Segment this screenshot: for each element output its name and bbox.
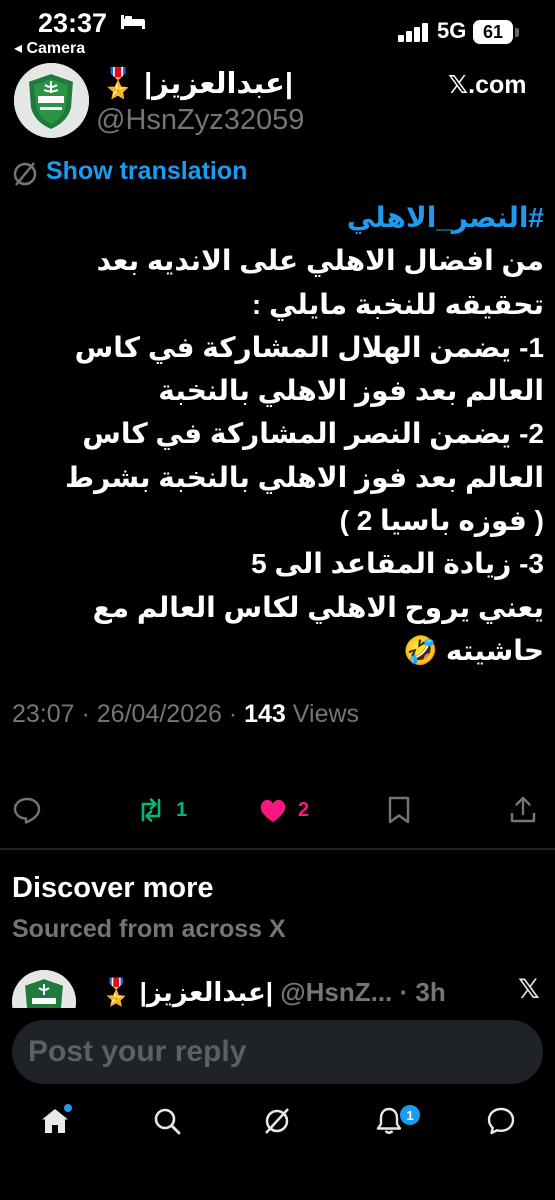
post-line: حاشيته 🤣 <box>403 634 544 666</box>
search-icon <box>154 1108 181 1135</box>
nav-search[interactable] <box>152 1106 186 1142</box>
post-meta: 23:07 · 26/04/2026 · 143 Views <box>12 700 360 728</box>
repost-icon <box>141 798 161 822</box>
post-line: العالم بعد فوز الاهلي بالنخبة <box>158 375 544 407</box>
nav-messages[interactable] <box>486 1106 520 1142</box>
share-icon <box>510 796 536 823</box>
recommended-time: 3h <box>415 977 446 1007</box>
notification-badge: 1 <box>398 1103 422 1127</box>
translate-icon <box>13 162 37 186</box>
views-label: Views <box>292 700 360 728</box>
chat-icon <box>487 1107 515 1135</box>
battery-icon: 61 <box>473 20 513 44</box>
shield-logo-icon <box>14 63 89 138</box>
show-translation-link[interactable]: Show translation <box>46 157 247 186</box>
author-handle[interactable]: @HsnZyz32059 <box>96 104 304 137</box>
views-count: 143 <box>244 700 286 728</box>
status-time: 23:37 <box>38 8 108 38</box>
discover-subtitle: Sourced from across X <box>12 915 286 943</box>
reply-icon <box>13 797 41 824</box>
recommended-handle: @HsnZ... <box>280 977 393 1007</box>
like-button[interactable]: 2 <box>258 790 309 830</box>
hashtag-link[interactable]: #النصر_الاهلي <box>36 196 544 239</box>
grok-icon <box>265 1108 289 1134</box>
signal-icon <box>398 23 428 42</box>
post-text: #النصر_الاهلي من افضال الاهلي على الاندي… <box>36 196 544 672</box>
like-count: 2 <box>298 798 310 821</box>
post-line: تحقيقه للنخبة مايلي : <box>251 288 544 320</box>
post-date[interactable]: 26/04/2026 <box>97 700 222 728</box>
post-line: من افضال الاهلي على الانديه بعد <box>96 245 544 277</box>
author-avatar[interactable] <box>14 63 89 138</box>
nav-grok[interactable] <box>262 1106 296 1142</box>
recommended-author[interactable]: 🎖️ |عبدالعزيز| @HsnZ... · 3h <box>100 977 446 1008</box>
battery-tip <box>515 28 519 37</box>
bookmark-icon <box>388 796 410 824</box>
post-line: يعني يروح الاهلي لكاس العالم مع <box>92 591 544 623</box>
sleep-focus-icon <box>121 15 145 29</box>
discover-title: Discover more <box>12 872 214 904</box>
post-line: 2- يضمن النصر المشاركة في كاس <box>82 418 544 450</box>
network-type: 5G <box>437 18 467 43</box>
recommended-display-name: 🎖️ |عبدالعزيز| <box>100 977 274 1007</box>
post-line: 3- زيادة المقاعد الى 5 <box>251 548 544 580</box>
repost-count: 1 <box>176 798 188 821</box>
post-line: العالم بعد فوز الاهلي بالنخبة بشرط <box>65 461 544 493</box>
bookmark-button[interactable] <box>384 790 414 830</box>
post-line: 1- يضمن الهلال المشاركة في كاس <box>74 331 544 363</box>
unread-dot <box>64 1104 72 1112</box>
post-time[interactable]: 23:07 <box>12 700 75 728</box>
heart-icon <box>260 799 286 822</box>
author-display-name[interactable]: 🎖️ |عبدالعزيز| <box>100 66 293 101</box>
reply-button[interactable] <box>12 790 42 830</box>
share-button[interactable] <box>508 790 538 830</box>
x-site-link[interactable]: 𝕏.com <box>448 70 527 100</box>
reply-input[interactable]: Post your reply <box>12 1020 543 1084</box>
section-divider <box>0 848 555 850</box>
back-to-camera-link[interactable]: ◂ Camera <box>14 38 85 58</box>
x-logo-icon: 𝕏 <box>518 974 540 1004</box>
post-line: ( فوزه باسيا 2 ) <box>339 505 544 537</box>
repost-button[interactable]: 1 <box>136 790 187 830</box>
